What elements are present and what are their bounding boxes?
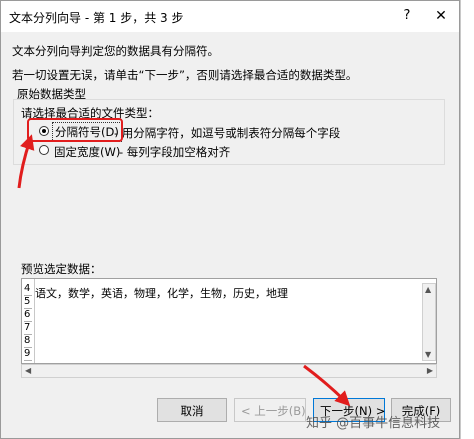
preview-row-number: 8 <box>24 335 32 348</box>
scroll-right-icon[interactable]: ▶ <box>427 366 433 375</box>
preview-row-number: 6 <box>24 309 32 322</box>
title-bar: 文本分列向导 - 第 1 步，共 3 步 ? ✕ <box>1 1 459 32</box>
cancel-button[interactable]: 取消 <box>157 398 227 422</box>
scroll-up-icon[interactable]: ▲ <box>425 285 431 294</box>
text-to-columns-dialog: 文本分列向导 - 第 1 步，共 3 步 ? ✕ 文本分列向导判定您的数据具有分… <box>0 0 460 439</box>
fixed-width-description: - 每列字段加空格对齐 <box>119 145 231 159</box>
close-icon[interactable]: ✕ <box>433 8 449 24</box>
fixed-width-radio[interactable] <box>39 145 49 155</box>
preview-label: 预览选定数据： <box>21 262 102 276</box>
intro-line-1: 文本分列向导判定您的数据具有分隔符。 <box>12 44 219 58</box>
scroll-down-icon[interactable]: ▼ <box>425 350 431 359</box>
background-spreadsheet-strip <box>460 0 474 439</box>
delimited-description: - 用分隔字符，如逗号或制表符分隔每个字段 <box>114 126 341 140</box>
next-button[interactable]: 下一步(N) > <box>313 398 385 422</box>
fixed-width-label[interactable]: 固定宽度(W) <box>54 144 120 160</box>
preview-vertical-scrollbar[interactable]: ▲ ▼ <box>422 283 436 361</box>
back-button[interactable]: < 上一步(B) <box>234 398 306 422</box>
preview-row-number: 5 <box>24 296 32 309</box>
preview-row-number: 4 <box>24 283 32 296</box>
preview-horizontal-scrollbar[interactable]: ◀ ▶ <box>21 364 437 378</box>
dialog-title: 文本分列向导 - 第 1 步，共 3 步 <box>9 11 184 25</box>
preview-row-gutter: 4 5 6 7 8 9 <box>22 279 35 363</box>
preview-area[interactable]: 4 5 6 7 8 9 语文，数学，英语，物理，化学，生物，历史，地理 <box>21 278 437 364</box>
scroll-left-icon[interactable]: ◀ <box>25 366 31 375</box>
annotation-highlight-box <box>27 118 123 142</box>
finish-button[interactable]: 完成(F) <box>391 398 451 422</box>
intro-line-2: 若一切设置无误，请单击“下一步”，否则请选择最合适的数据类型。 <box>12 68 358 82</box>
preview-data-line: 语文，数学，英语，物理，化学，生物，历史，地理 <box>35 287 288 300</box>
preview-row-number: 9 <box>24 348 32 361</box>
preview-row-number: 7 <box>24 322 32 335</box>
help-icon[interactable]: ? <box>399 8 415 24</box>
